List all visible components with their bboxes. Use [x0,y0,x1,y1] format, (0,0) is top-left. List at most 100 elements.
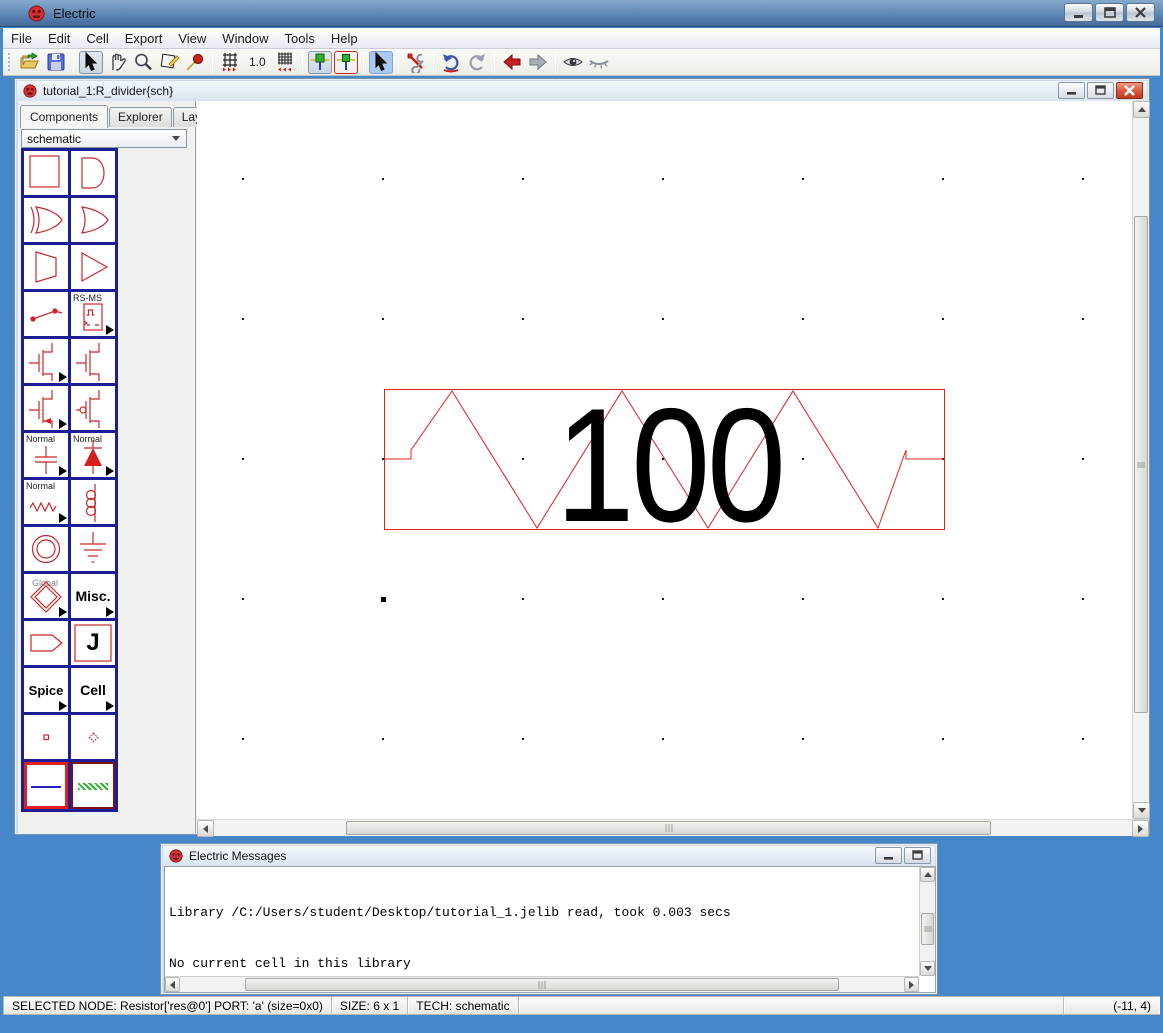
tab-components[interactable]: Components [20,105,108,128]
palette-cell-power[interactable] [24,527,68,571]
scroll-down-button[interactable] [920,961,935,976]
palette-cell-inductor[interactable] [71,480,115,524]
close-button[interactable] [1126,3,1155,22]
measure-button[interactable] [183,51,207,74]
palette-cell-junction[interactable]: J [71,621,115,665]
minimize-button[interactable] [1064,3,1093,22]
palette-cell-buffer[interactable] [71,245,115,289]
palette-cell-export[interactable] [71,715,115,759]
palette-cell-global-signal[interactable]: Global [24,574,68,618]
menu-export[interactable]: Export [117,29,171,48]
maximize-button[interactable] [904,847,931,864]
messages-window-controls [873,847,931,864]
messages-horizontal-scrollbar[interactable] [165,976,919,992]
scroll-left-button[interactable] [197,820,214,837]
menu-cell[interactable]: Cell [78,29,116,48]
palette-cell-box-node[interactable] [24,151,68,195]
palette-cell-mux[interactable] [24,245,68,289]
messages-vertical-scrollbar[interactable] [919,867,935,976]
more-options-marker [106,466,114,476]
palette-cell-pin[interactable] [24,715,68,759]
palette-cell-spice[interactable]: Spice [24,668,68,712]
palette-cell-switch[interactable] [24,292,68,336]
palette-cell-pmos-transistor[interactable] [71,386,115,430]
palette-cell-cell-instance[interactable]: Cell [71,668,115,712]
messages-body[interactable]: Library /C:/Users/student/Desktop/tutori… [164,866,936,993]
palette-cell-flipflop[interactable]: RS-MS [71,292,115,336]
toolbar-separator [363,51,364,73]
grid-dot [942,318,944,320]
palette-cell-or-gate[interactable] [71,198,115,242]
palette-cell-xor-gate[interactable] [24,198,68,242]
fine-grid-button[interactable] [273,51,297,74]
palette-cell-npn-transistor[interactable] [24,386,68,430]
palette-cell-and-gate[interactable] [71,151,115,195]
menu-view[interactable]: View [170,29,214,48]
menu-tools[interactable]: Tools [277,29,323,48]
save-library-button[interactable] [44,51,68,74]
horizontal-scroll-thumb[interactable] [245,978,839,991]
select-mode-button[interactable] [79,51,103,74]
palette-cell-off-page[interactable] [24,621,68,665]
open-library-button[interactable] [18,51,42,74]
show-exports-button[interactable] [308,51,332,74]
expand-view-button[interactable] [561,51,585,74]
go-forward-button[interactable] [526,51,550,74]
outline-edit-button[interactable] [157,51,181,74]
preferences-tools-button[interactable] [404,51,428,74]
pan-mode-button[interactable] [105,51,129,74]
scroll-down-button[interactable] [1133,802,1150,819]
scroll-right-button[interactable] [904,977,919,992]
more-options-marker [106,607,114,617]
more-options-marker [59,513,67,523]
palette-cell-capacitor[interactable]: Normal [24,433,68,477]
special-select-button[interactable] [369,51,393,74]
minimize-button[interactable] [1058,82,1085,99]
edit-window-controls [1056,82,1143,99]
menu-window[interactable]: Window [214,29,276,48]
redo-button[interactable] [465,51,489,74]
scroll-right-button[interactable] [1132,820,1149,837]
scroll-up-button[interactable] [1133,101,1150,118]
technology-selector[interactable]: schematic [21,129,187,148]
canvas-vertical-scrollbar[interactable] [1132,101,1149,819]
main-titlebar[interactable]: Electric [0,0,1163,27]
messages-titlebar[interactable]: Electric Messages [163,846,935,866]
scroll-up-button[interactable] [920,867,935,882]
grid-dot [802,738,804,740]
canvas-horizontal-scrollbar[interactable] [197,819,1149,836]
scroll-left-button[interactable] [165,977,180,992]
menu-file[interactable]: File [3,29,40,48]
minimize-button[interactable] [875,847,902,864]
vertical-scroll-thumb[interactable] [1134,216,1148,713]
palette-cell-nmos-transistor[interactable] [24,339,68,383]
undo-button[interactable] [439,51,463,74]
collapse-view-button[interactable] [587,51,611,74]
palette-cell-bus-arc[interactable] [71,762,115,809]
maximize-button[interactable] [1095,3,1124,22]
edit-window-titlebar[interactable]: tutorial_1:R_divider{sch} [17,81,1147,101]
grid-dot [942,738,944,740]
tab-explorer[interactable]: Explorer [109,107,172,127]
zoom-mode-button[interactable] [131,51,155,74]
wire-arc-icon [31,786,61,788]
grid-dot [802,318,804,320]
vertical-scroll-thumb[interactable] [921,913,934,945]
grid-dot [382,178,384,180]
go-back-button[interactable] [500,51,524,74]
palette-cell-ground[interactable] [71,527,115,571]
palette-cell-diode[interactable]: Normal [71,433,115,477]
schematic-canvas[interactable]: 100 [197,101,1132,819]
maximize-button[interactable] [1087,82,1114,99]
palette-cell-misc[interactable]: Misc. [71,574,115,618]
horizontal-scroll-thumb[interactable] [346,821,991,835]
palette-cell-nmos-transistor-2[interactable] [71,339,115,383]
toggle-grid-button[interactable] [218,51,242,74]
show-export-names-button[interactable] [334,51,358,74]
close-button[interactable] [1116,82,1143,99]
palette-cell-resistor[interactable]: Normal [24,480,68,524]
menu-help[interactable]: Help [323,29,366,48]
menu-edit[interactable]: Edit [40,29,78,48]
toolbar-grip[interactable] [7,52,12,72]
palette-cell-wire-arc[interactable] [24,762,68,809]
